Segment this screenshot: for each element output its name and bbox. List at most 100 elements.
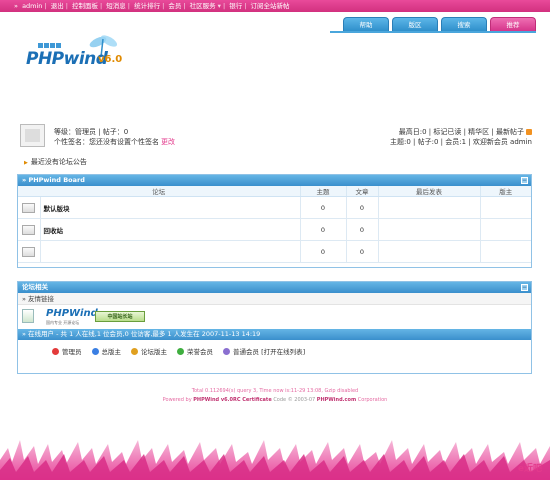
tab-forums[interactable]: 版区 [392, 17, 438, 31]
top-link-messages[interactable]: 短消息 [106, 2, 126, 10]
tab-recommend[interactable]: 推荐 [490, 17, 536, 31]
signature-label: 个性签名： [54, 138, 89, 146]
tab-search[interactable]: 搜索 [441, 17, 487, 31]
board-panel: » PHPwind Board − 论坛 主题 文章 最后发表 版主 默认版块 … [17, 174, 532, 268]
forum-mod [479, 240, 531, 263]
top-link-user[interactable]: admin [22, 2, 42, 10]
tab-divider [330, 31, 536, 33]
rss-icon[interactable] [526, 129, 532, 135]
col-moderator: 版主 [479, 186, 531, 197]
board-title[interactable]: » PHPwind Board [22, 176, 85, 184]
col-last-post: 最后发表 [377, 186, 480, 197]
super-mod-icon [91, 347, 99, 355]
legend-admin: 管理员 [52, 346, 82, 356]
forum-posts: 0 [345, 218, 378, 241]
site-logo[interactable]: PHPwind v6.0 [26, 35, 141, 75]
legend-member[interactable]: 普通会员 [打开在线列表] [223, 346, 305, 356]
logo-dots [38, 43, 61, 48]
forum-icon-cell [18, 218, 40, 241]
stats-counts: 主题:0 | 帖子:0 | 会员:1 | 欢迎新会员 admin [389, 138, 532, 146]
top-link-logout[interactable]: 退出 [51, 2, 64, 10]
collapse-icon[interactable]: − [521, 284, 528, 291]
table-header-row: 论坛 主题 文章 最后发表 版主 [18, 186, 531, 197]
forum-topics: 0 [299, 196, 346, 219]
stats-links[interactable]: 最高日:0 | 标记已读 | 精华区 | 最新帖子 [399, 128, 524, 136]
forum-last [377, 240, 480, 263]
user-group-legend: 管理员 总版主 论坛版主 荣誉会员 普通会员 [打开在线列表] [18, 340, 531, 362]
powered-by: Powered by [162, 397, 192, 403]
forum-mod [479, 196, 531, 219]
forum-table: 论坛 主题 文章 最后发表 版主 默认版块 0 0 回收站 0 0 0 0 [18, 186, 531, 263]
avatar[interactable] [20, 124, 45, 147]
grass-decoration [0, 440, 550, 480]
related-header: 论坛相关 − [18, 282, 531, 293]
forum-mod [479, 218, 531, 241]
forum-posts: 0 [345, 240, 378, 263]
legend-mod: 论坛版主 [131, 346, 167, 356]
signature-text: 您还没有设置个性签名 [89, 138, 159, 146]
board-header: » PHPwind Board − [18, 175, 531, 186]
arrow-icon: » [14, 2, 18, 10]
logo-brand: PHPwind [26, 49, 108, 69]
legend-label[interactable]: 普通会员 [打开在线列表] [233, 346, 305, 356]
top-link-services[interactable]: 社区服务 [190, 2, 216, 10]
folder-icon [22, 202, 36, 213]
member-icon [223, 347, 230, 355]
announcement-text[interactable]: 最近没有论坛公告 [31, 158, 87, 166]
legend-honor: 荣誉会员 [177, 346, 213, 356]
main-tabs: 帮助 版区 搜索 推荐 [343, 17, 536, 31]
online-users-bar: » 在线用户 - 共 1 人在线,1 位会员,0 位访客,最多 1 人发生在 2… [18, 329, 531, 340]
announcement: ▶ 最近没有论坛公告 [24, 157, 87, 167]
folder-icon [22, 246, 36, 257]
logo-version: v6.0 [98, 54, 123, 65]
forum-name[interactable]: 默认版块 [39, 196, 300, 219]
mod-icon [131, 347, 138, 355]
phpwind-link[interactable]: PHPWind [46, 308, 98, 319]
user-level-posts: 等级：管理员 | 帖子：0 [54, 128, 129, 136]
forum-stats: 最高日:0 | 标记已读 | 精华区 | 最新帖子 主题:0 | 帖子:0 | … [390, 127, 532, 147]
phpwind-tagline: 国内专业 开源论坛 [46, 320, 80, 325]
user-signature: 个性签名：您还没有设置个性签名 更改 [54, 137, 175, 147]
phpwind-badge-icon[interactable] [22, 309, 34, 323]
legend-label: 荣誉会员 [187, 348, 213, 356]
forum-icon-cell [18, 240, 40, 263]
top-link-control-panel[interactable]: 控制面板 [72, 2, 98, 10]
forum-name[interactable] [39, 240, 300, 263]
related-panel: 论坛相关 − » 友情链接 PHPWind 国内专业 开源论坛 中国站长站 » … [17, 281, 532, 374]
edit-signature-link[interactable]: 更改 [161, 138, 175, 146]
admin-icon [52, 347, 59, 355]
forum-name[interactable]: 回收站 [39, 218, 300, 241]
legend-label: 管理员 [62, 348, 82, 356]
phpwind-version-link[interactable]: PHPWind v6.0RC Certificate [193, 397, 271, 403]
related-title: 论坛相关 [22, 283, 48, 291]
forum-posts: 0 [345, 196, 378, 219]
phpwind-site-link[interactable]: PHPWind.com [317, 397, 356, 403]
tab-help[interactable]: 帮助 [343, 17, 389, 31]
user-details: 等级：管理员 | 帖子：0 个性签名：您还没有设置个性签名 更改 [54, 127, 175, 147]
forum-last [377, 196, 480, 219]
top-link-subscribe[interactable]: 订阅全站新帖 [251, 2, 290, 10]
forum-topics: 0 [299, 240, 346, 263]
footer-debug: Total 0.112694(s) query 3, Time now is:1… [191, 388, 359, 394]
top-link-members[interactable]: 会员 [168, 2, 181, 10]
col-topics: 主题 [299, 186, 346, 197]
collapse-icon[interactable]: − [521, 177, 528, 184]
corporation: Corporation [357, 397, 388, 403]
honor-icon [177, 347, 184, 355]
footer: Total 0.112694(s) query 3, Time now is:1… [0, 387, 550, 405]
top-link-bank[interactable]: 银行 [229, 2, 242, 10]
copyright: Code © 2003-07 [273, 397, 316, 403]
footer-powered: Powered by PHPWind v6.0RC Certificate Co… [0, 396, 550, 405]
table-row: 默认版块 0 0 [18, 196, 531, 219]
forum-topics: 0 [299, 218, 346, 241]
chinaz-link[interactable]: 中国站长站 [95, 311, 145, 322]
legend-label: 论坛版主 [141, 348, 167, 356]
top-link-stats[interactable]: 统计排行 [134, 2, 160, 10]
forum-last [377, 218, 480, 241]
legend-label: 总版主 [101, 348, 122, 356]
col-forum: 论坛 [18, 186, 300, 197]
folder-icon [22, 224, 36, 235]
forum-icon-cell [18, 196, 40, 219]
friend-links-label: » 友情链接 [18, 293, 531, 305]
friend-links: PHPWind 国内专业 开源论坛 中国站长站 [18, 305, 531, 329]
